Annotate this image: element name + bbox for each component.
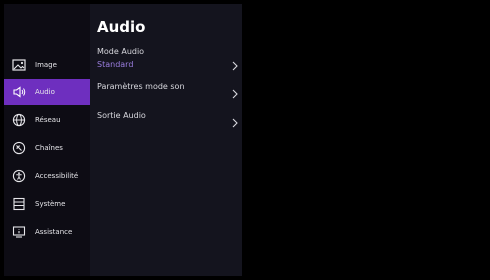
sidebar-item-accessibility[interactable]: Accessibilité: [4, 163, 90, 189]
sidebar-item-assistance[interactable]: Assistance: [4, 219, 90, 245]
sidebar-item-label: Système: [35, 200, 66, 208]
globe-icon: [12, 113, 26, 127]
setting-audio-output[interactable]: Sortie Audio: [90, 111, 242, 128]
content-area: [242, 4, 486, 276]
sidebar-item-system[interactable]: Système: [4, 191, 90, 217]
sidebar-item-label: Assistance: [35, 228, 73, 236]
sidebar-item-label: Image: [35, 61, 57, 69]
sidebar-item-label: Chaînes: [35, 144, 63, 152]
sidebar-item-label: Réseau: [35, 116, 61, 124]
tv-settings-screen: Image Audio Réseau Chaînes Accessibilité…: [4, 4, 486, 276]
page-title: Audio: [97, 18, 146, 36]
setting-sound-mode-params[interactable]: Paramètres mode son: [90, 82, 242, 99]
sidebar-item-network[interactable]: Réseau: [4, 107, 90, 133]
sidebar-item-channels[interactable]: Chaînes: [4, 135, 90, 161]
sidebar-item-image[interactable]: Image: [4, 52, 90, 78]
image-icon: [12, 58, 26, 72]
setting-audio-mode[interactable]: Mode Audio Standard: [90, 47, 242, 75]
setting-value: Standard: [97, 60, 134, 69]
setting-label: Mode Audio: [97, 47, 145, 56]
speaker-icon: [12, 85, 26, 99]
audio-settings-panel: Audio Mode Audio Standard Paramètres mod…: [90, 4, 242, 276]
system-icon: [12, 197, 26, 211]
chevron-right-icon: [232, 56, 238, 75]
sidebar-item-label: Audio: [35, 88, 55, 96]
settings-sidebar: Image Audio Réseau Chaînes Accessibilité…: [4, 4, 90, 276]
chevron-right-icon: [232, 113, 238, 132]
setting-label: Sortie Audio: [97, 111, 146, 120]
setting-label: Paramètres mode son: [97, 82, 185, 91]
accessibility-icon: [12, 169, 26, 183]
sidebar-item-audio[interactable]: Audio: [4, 79, 90, 105]
assistance-icon: [12, 225, 26, 239]
sidebar-item-label: Accessibilité: [35, 172, 79, 180]
chevron-right-icon: [232, 84, 238, 103]
channels-icon: [12, 141, 26, 155]
